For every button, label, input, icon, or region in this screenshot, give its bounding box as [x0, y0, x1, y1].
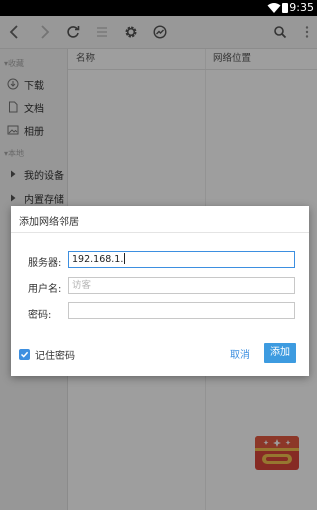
cancel-button[interactable]: 取消: [230, 346, 250, 361]
server-input[interactable]: 192.168.1.: [68, 251, 295, 268]
status-bar: 9:35: [0, 0, 317, 16]
server-input-value: 192.168.1.: [72, 254, 124, 265]
checkmark-icon: [20, 351, 29, 358]
remember-password-label: 记住密码: [35, 351, 75, 362]
server-label: 服务器:: [28, 258, 62, 269]
add-network-neighbor-dialog: 添加网络邻居 服务器: 192.168.1. 用户名: 访客 密码: 记住密码 …: [11, 206, 309, 376]
status-time: 9:35: [289, 1, 314, 14]
battery-icon: [282, 3, 288, 13]
username-placeholder: 访客: [72, 280, 92, 291]
remember-password-option[interactable]: 记住密码: [19, 347, 75, 362]
dialog-title-divider: [11, 232, 309, 233]
dialog-title: 添加网络邻居: [19, 217, 79, 228]
password-label: 密码:: [28, 310, 52, 321]
remember-password-checkbox[interactable]: [19, 349, 30, 360]
text-cursor: [124, 253, 126, 264]
wifi-icon: [267, 3, 281, 13]
username-input[interactable]: 访客: [68, 277, 295, 294]
add-button[interactable]: 添加: [264, 343, 296, 363]
password-input[interactable]: [68, 302, 295, 319]
file-manager-screen: 9:35 ▾收藏 下载 文档 相册 ▾本地 我的设备 内置存储 名称 网络位置 …: [0, 0, 317, 510]
username-label: 用户名:: [28, 284, 62, 295]
